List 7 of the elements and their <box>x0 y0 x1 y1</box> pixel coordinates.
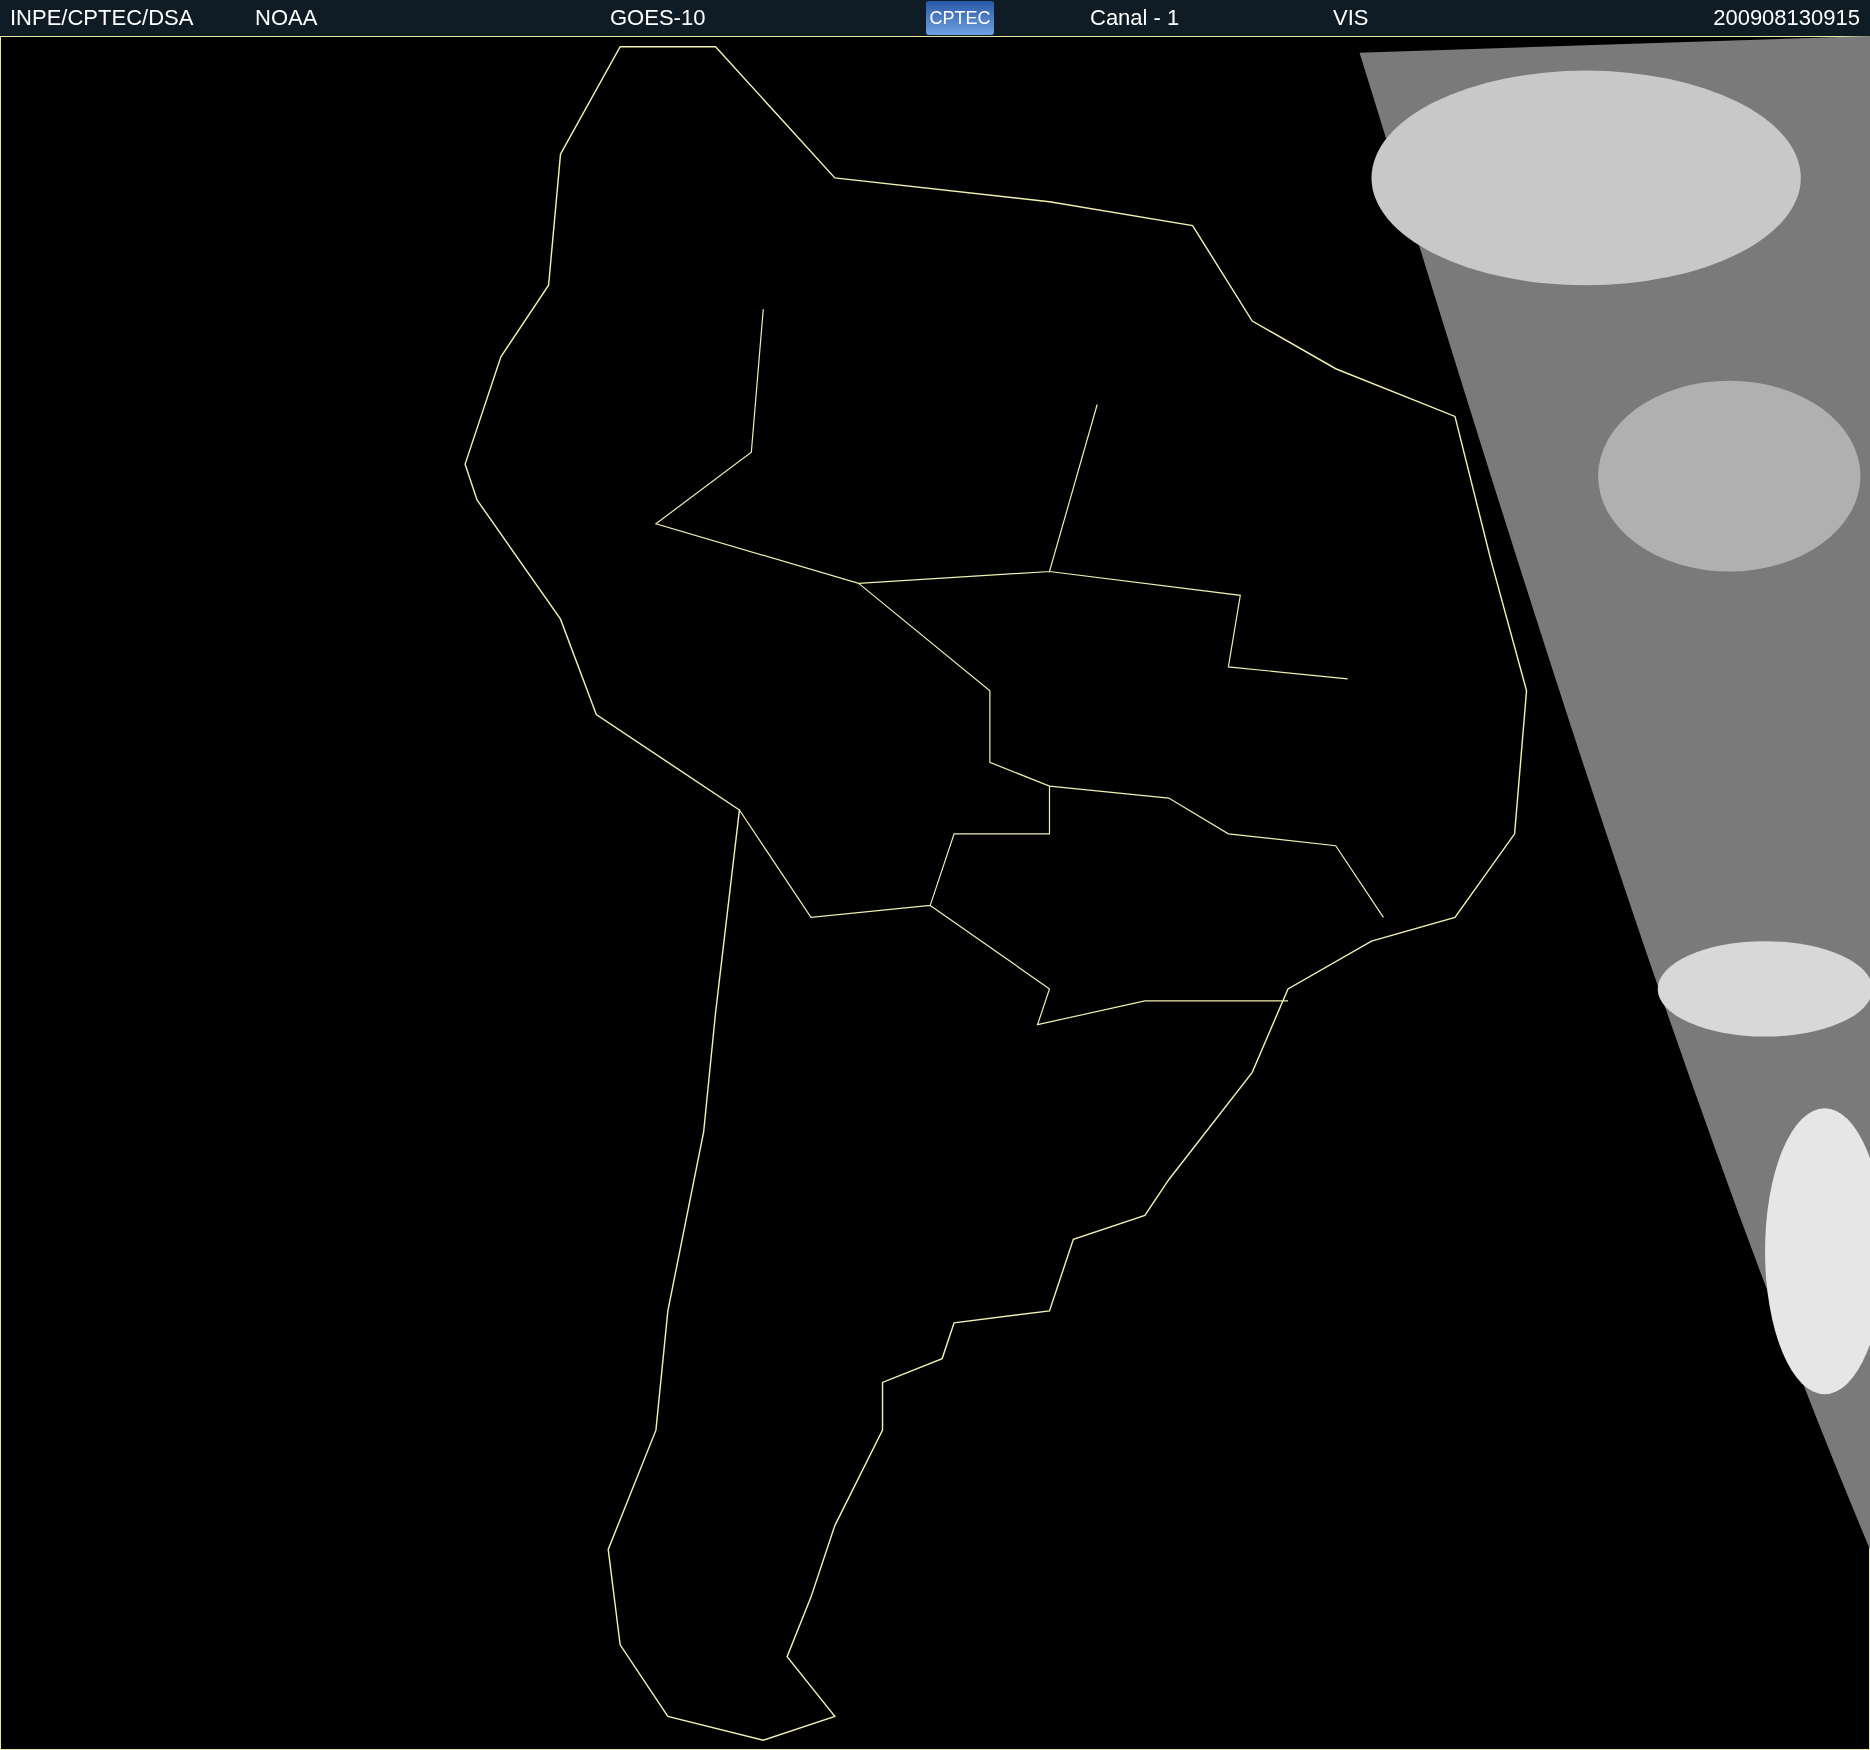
header-label: INPE/CPTEC/DSA <box>10 5 195 31</box>
header-label: VIS <box>1333 5 1370 31</box>
header-label: 200908130915 <box>1713 5 1860 31</box>
header-label: NOAA <box>255 5 319 31</box>
logo: CPTEC <box>926 1 994 35</box>
header-label: Canal - 1 <box>1090 5 1181 31</box>
header-label: GOES-10 <box>610 5 707 31</box>
